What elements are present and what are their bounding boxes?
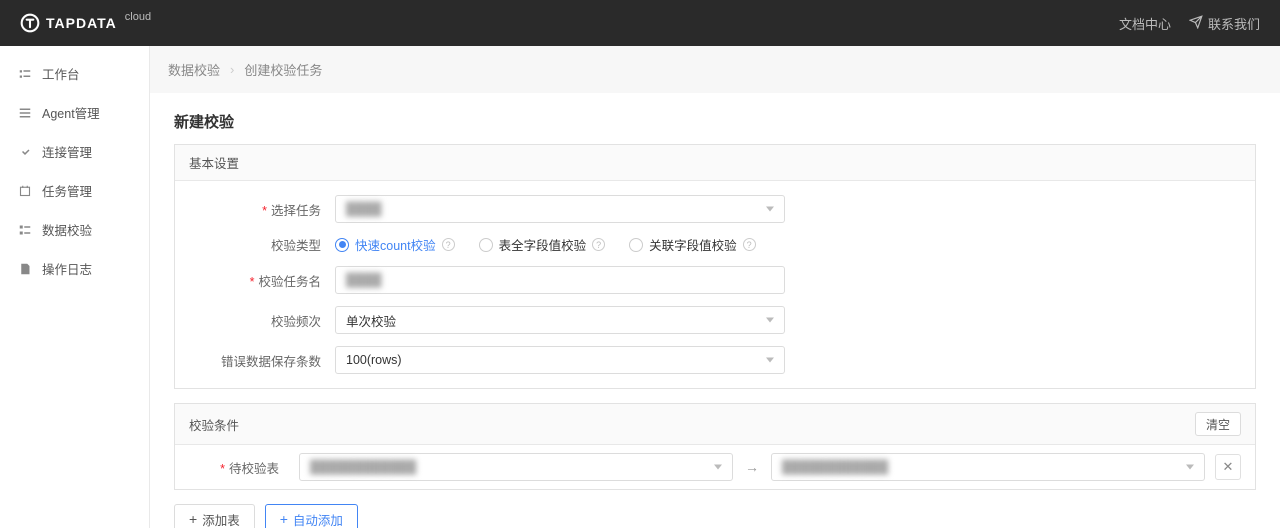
label-select-task: 选择任务 [195, 200, 335, 219]
sidebar-item-label: 数据校验 [42, 220, 92, 239]
radio-label: 快速count校验 [355, 235, 436, 254]
brand-badge: cloud [125, 11, 151, 23]
input-task-name[interactable]: ████ [335, 266, 785, 294]
label-err-rows: 错误数据保存条数 [195, 351, 335, 370]
panel-title-basic: 基本设置 [175, 145, 1255, 181]
select-task[interactable]: ████ [335, 195, 785, 223]
condition-row: 待校验表 ████████████ → ████████████ ✕ [175, 445, 1255, 489]
panel-title-conditions: 校验条件 清空 [175, 404, 1255, 445]
sidebar-item-log[interactable]: 操作日志 [0, 249, 149, 288]
contact-link[interactable]: 联系我们 [1189, 14, 1260, 33]
send-icon [1189, 15, 1203, 32]
workbench-icon [18, 67, 32, 81]
select-err-rows[interactable]: 100(rows) [335, 346, 785, 374]
label-pending-table: 待校验表 [189, 458, 289, 477]
plus-icon: + [189, 511, 197, 527]
validation-icon [18, 223, 32, 237]
auto-add-label: 自动添加 [293, 510, 343, 528]
radio-full-field[interactable]: 表全字段值校验 ? [479, 235, 606, 254]
err-rows-value: 100(rows) [346, 353, 402, 367]
sidebar-item-label: 操作日志 [42, 259, 92, 278]
contact-label: 联系我们 [1208, 14, 1260, 33]
radio-icon [479, 238, 493, 252]
basic-settings-panel: 基本设置 选择任务 ████ 校验类型 [174, 144, 1256, 389]
radio-related-field[interactable]: 关联字段值校验 ? [629, 235, 756, 254]
radio-icon [629, 238, 643, 252]
sidebar-item-task[interactable]: 任务管理 [0, 171, 149, 210]
sidebar-item-label: Agent管理 [42, 103, 100, 122]
add-table-button[interactable]: + 添加表 [174, 504, 255, 528]
sidebar-item-workbench[interactable]: 工作台 [0, 54, 149, 93]
close-icon: ✕ [1223, 459, 1234, 475]
sidebar-item-connection[interactable]: 连接管理 [0, 132, 149, 171]
top-bar: TAPDATA cloud 文档中心 联系我们 [0, 0, 1280, 46]
info-icon[interactable]: ? [442, 238, 455, 251]
sidebar-item-validation[interactable]: 数据校验 [0, 210, 149, 249]
cond-title: 校验条件 [189, 415, 239, 434]
connection-icon [18, 145, 32, 159]
radio-icon [335, 238, 349, 252]
label-check-type: 校验类型 [195, 235, 335, 254]
label-freq: 校验频次 [195, 311, 335, 330]
radio-quick-count[interactable]: 快速count校验 ? [335, 235, 455, 254]
sidebar-item-agent[interactable]: Agent管理 [0, 93, 149, 132]
clear-button[interactable]: 清空 [1195, 412, 1241, 436]
page-title: 新建校验 [174, 111, 1256, 132]
top-right-links: 文档中心 联系我们 [1119, 14, 1260, 33]
select-frequency[interactable]: 单次校验 [335, 306, 785, 334]
breadcrumb-root[interactable]: 数据校验 [168, 60, 220, 79]
info-icon[interactable]: ? [592, 238, 605, 251]
radio-label: 关联字段值校验 [649, 235, 737, 254]
sidebar-item-label: 任务管理 [42, 181, 92, 200]
check-type-radio-group: 快速count校验 ? 表全字段值校验 ? [335, 235, 785, 254]
delete-row-button[interactable]: ✕ [1215, 454, 1241, 480]
logo-icon [20, 13, 40, 33]
log-icon [18, 262, 32, 276]
agent-icon [18, 106, 32, 120]
docs-link[interactable]: 文档中心 [1119, 14, 1171, 33]
brand-text: TAPDATA [46, 15, 117, 31]
auto-add-button[interactable]: + 自动添加 [265, 504, 358, 528]
breadcrumb-current: 创建校验任务 [244, 60, 322, 79]
select-source-table[interactable]: ████████████ [299, 453, 733, 481]
arrow-right-icon: → [743, 459, 761, 475]
sidebar-item-label: 工作台 [42, 64, 80, 83]
add-table-label: 添加表 [202, 510, 240, 528]
logo[interactable]: TAPDATA cloud [20, 13, 151, 33]
breadcrumb: 数据校验 › 创建校验任务 [150, 46, 1280, 93]
sidebar-item-label: 连接管理 [42, 142, 92, 161]
sidebar: 工作台 Agent管理 连接管理 任务管理 数据校验 操作日志 [0, 46, 150, 528]
info-icon[interactable]: ? [743, 238, 756, 251]
main-content: 数据校验 › 创建校验任务 新建校验 基本设置 选择任务 ████ 校验类型 [150, 46, 1280, 528]
plus-icon: + [280, 511, 288, 527]
freq-value: 单次校验 [346, 311, 396, 330]
radio-label: 表全字段值校验 [499, 235, 587, 254]
label-task-name: 校验任务名 [195, 271, 335, 290]
select-target-table[interactable]: ████████████ [771, 453, 1205, 481]
conditions-panel: 校验条件 清空 待校验表 ████████████ → ████████████… [174, 403, 1256, 490]
chevron-right-icon: › [230, 62, 234, 77]
task-icon [18, 184, 32, 198]
